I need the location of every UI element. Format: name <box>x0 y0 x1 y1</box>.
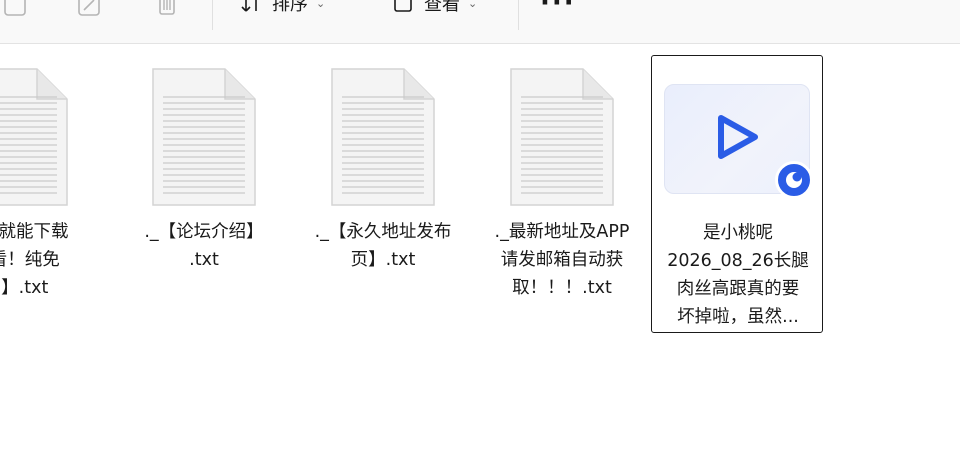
file-item[interactable]: ._最新地址及APP 请发邮箱自动获 取！！！.txt <box>476 55 648 333</box>
toolbar-separator <box>518 0 519 30</box>
file-item-selected[interactable]: 是小桃呢 2026_08_26长腿 肉丝高跟真的要 坏掉啦，虽然... <box>651 55 823 333</box>
command-bar: 排序 ⌄ 查看 ⌄ ··· <box>0 0 960 44</box>
share-icon[interactable] <box>2 0 28 18</box>
media-player-badge-icon <box>775 161 813 199</box>
chevron-down-icon: ⌄ <box>468 0 478 10</box>
text-file-icon <box>330 67 436 211</box>
text-file-icon <box>509 67 615 211</box>
file-name: ._【永久地址发布 页】.txt <box>314 222 452 270</box>
file-item[interactable]: ._【永久地址发布 页】.txt <box>297 55 469 333</box>
sort-icon <box>240 0 262 14</box>
sort-label: 排序 <box>272 0 308 15</box>
file-name: 注了就能下载 观看！纯免 ！】.txt <box>0 222 69 298</box>
file-item[interactable]: 注了就能下载 观看！纯免 ！】.txt <box>0 55 102 333</box>
more-options-icon[interactable]: ··· <box>540 0 576 18</box>
delete-icon[interactable] <box>154 0 180 18</box>
view-icon <box>392 0 414 14</box>
play-icon <box>718 115 758 159</box>
text-file-icon <box>0 67 69 211</box>
file-name: ._【论坛介绍】 .txt <box>144 222 264 270</box>
view-label: 查看 <box>424 0 460 15</box>
file-item[interactable]: ._【论坛介绍】 .txt <box>118 55 290 333</box>
toolbar-separator <box>212 0 213 30</box>
text-file-icon <box>151 67 257 211</box>
sort-button[interactable]: 排序 ⌄ <box>240 0 325 16</box>
file-name: ._最新地址及APP 请发邮箱自动获 取！！！.txt <box>494 222 630 298</box>
chevron-down-icon: ⌄ <box>316 0 326 10</box>
rename-icon[interactable] <box>76 0 102 18</box>
file-name: 是小桃呢 2026_08_26长腿 肉丝高跟真的要 坏掉啦，虽然... <box>667 223 809 327</box>
view-button[interactable]: 查看 ⌄ <box>392 0 477 16</box>
